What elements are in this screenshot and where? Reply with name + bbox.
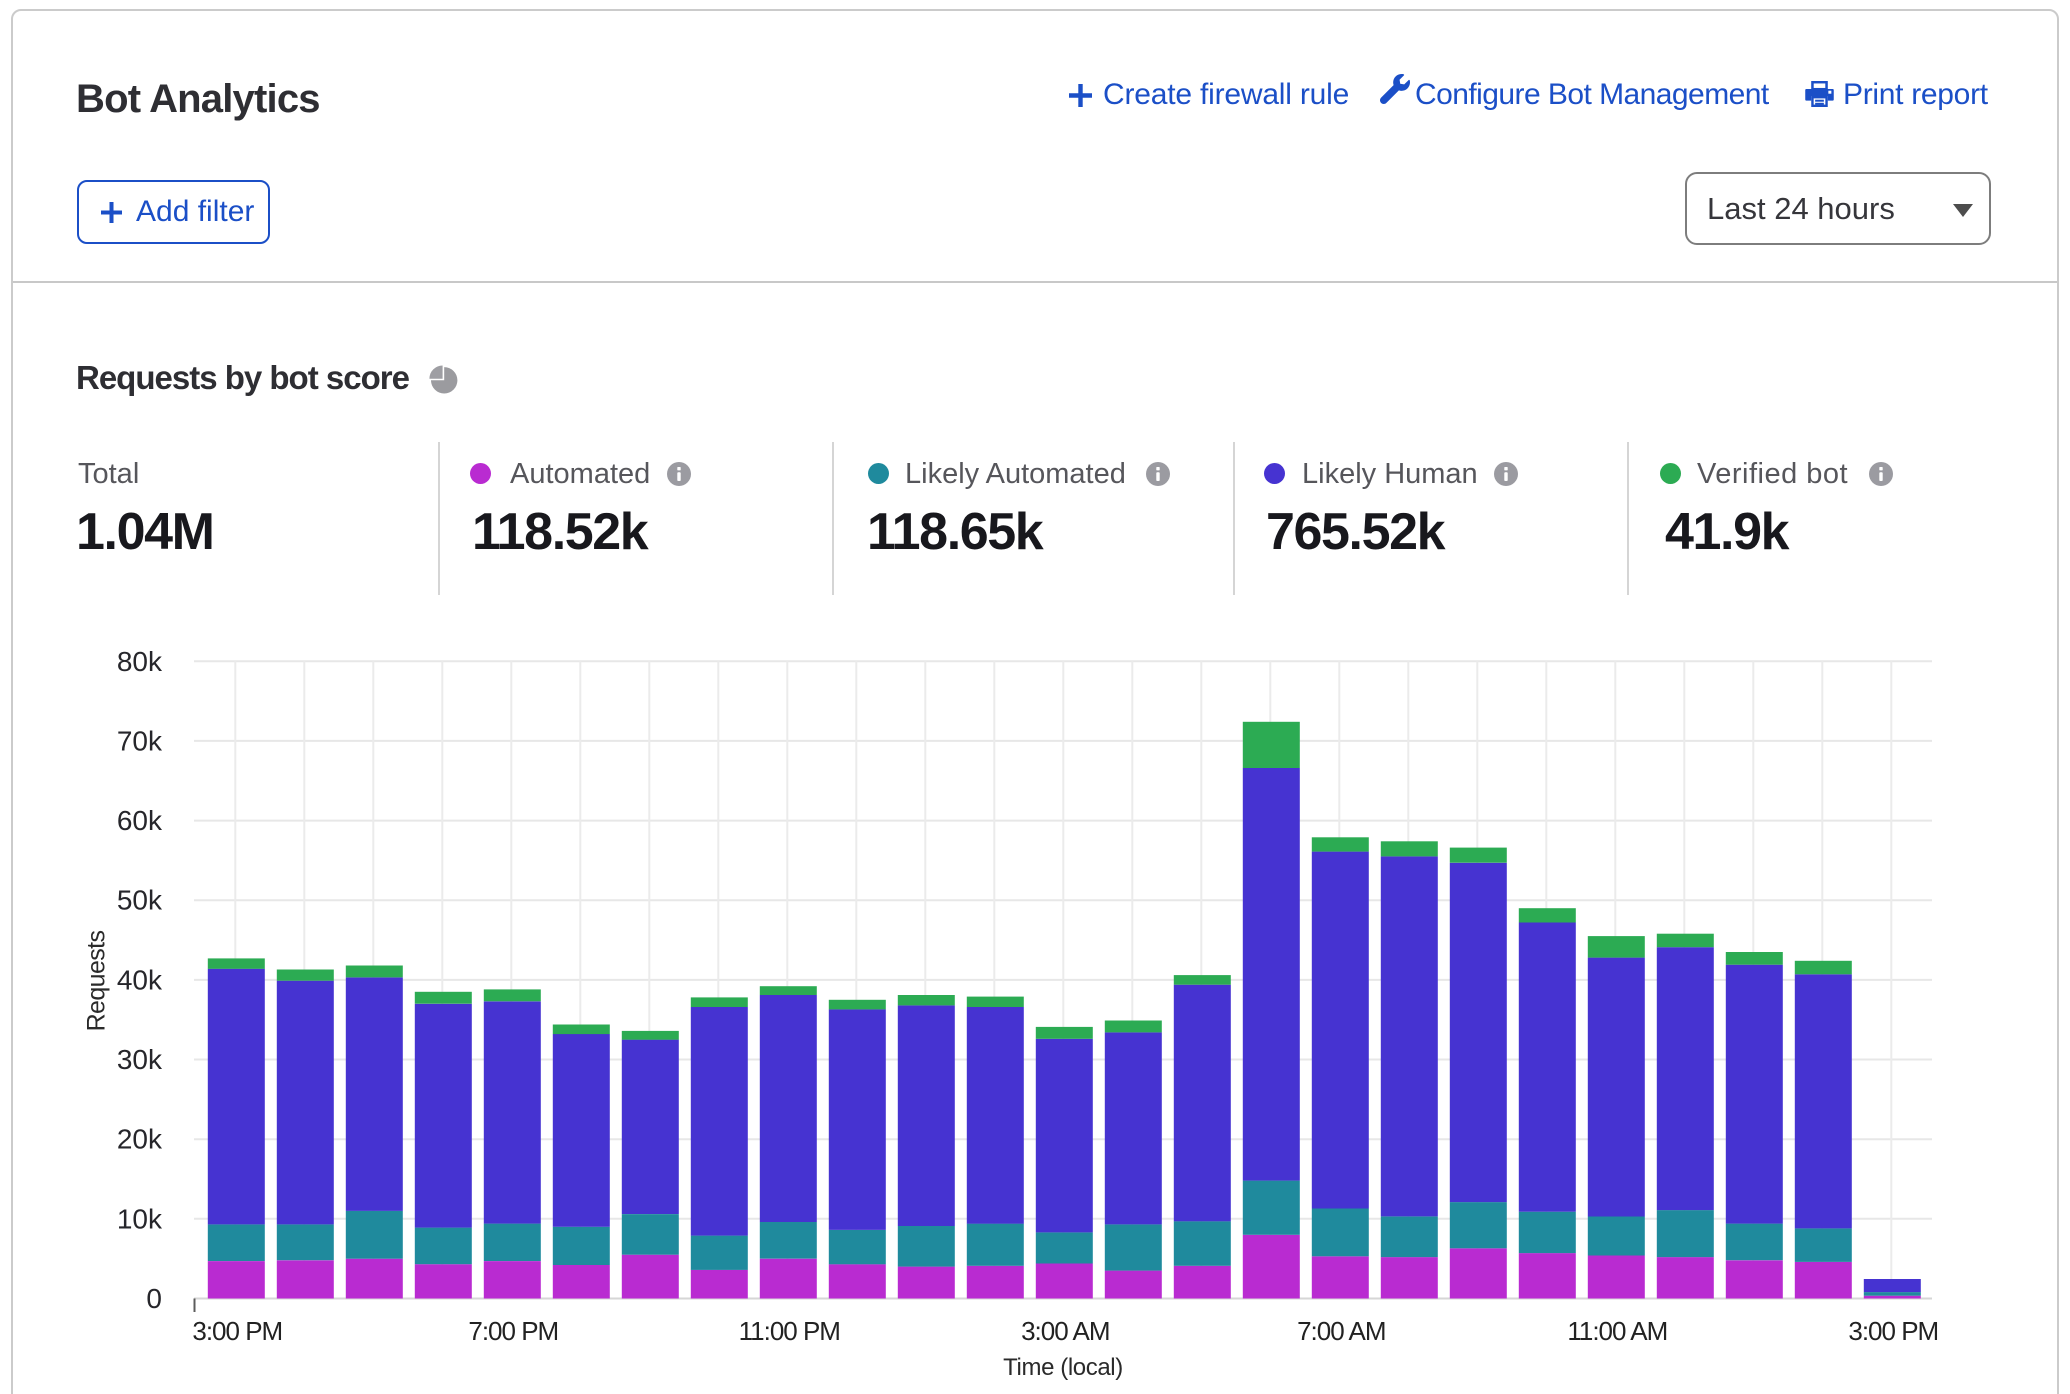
svg-text:30k: 30k: [117, 1044, 163, 1075]
svg-text:60k: 60k: [117, 805, 163, 836]
svg-text:3:00 AM: 3:00 AM: [1021, 1316, 1109, 1346]
svg-text:11:00 AM: 11:00 AM: [1567, 1316, 1667, 1346]
svg-text:11:00 PM: 11:00 PM: [739, 1316, 840, 1346]
svg-text:7:00 PM: 7:00 PM: [468, 1316, 558, 1346]
svg-text:Requests: Requests: [83, 930, 111, 1031]
svg-text:7:00 AM: 7:00 AM: [1297, 1316, 1385, 1346]
svg-text:50k: 50k: [117, 885, 163, 916]
svg-text:3:00 PM: 3:00 PM: [1848, 1316, 1938, 1346]
svg-text:10k: 10k: [117, 1203, 163, 1234]
svg-text:0: 0: [146, 1283, 162, 1314]
svg-text:20k: 20k: [117, 1124, 163, 1155]
svg-text:80k: 80k: [117, 646, 163, 677]
svg-text:Time (local): Time (local): [1003, 1354, 1123, 1381]
svg-text:3:00 PM: 3:00 PM: [192, 1316, 282, 1346]
svg-text:70k: 70k: [117, 725, 163, 756]
svg-text:40k: 40k: [117, 964, 163, 995]
